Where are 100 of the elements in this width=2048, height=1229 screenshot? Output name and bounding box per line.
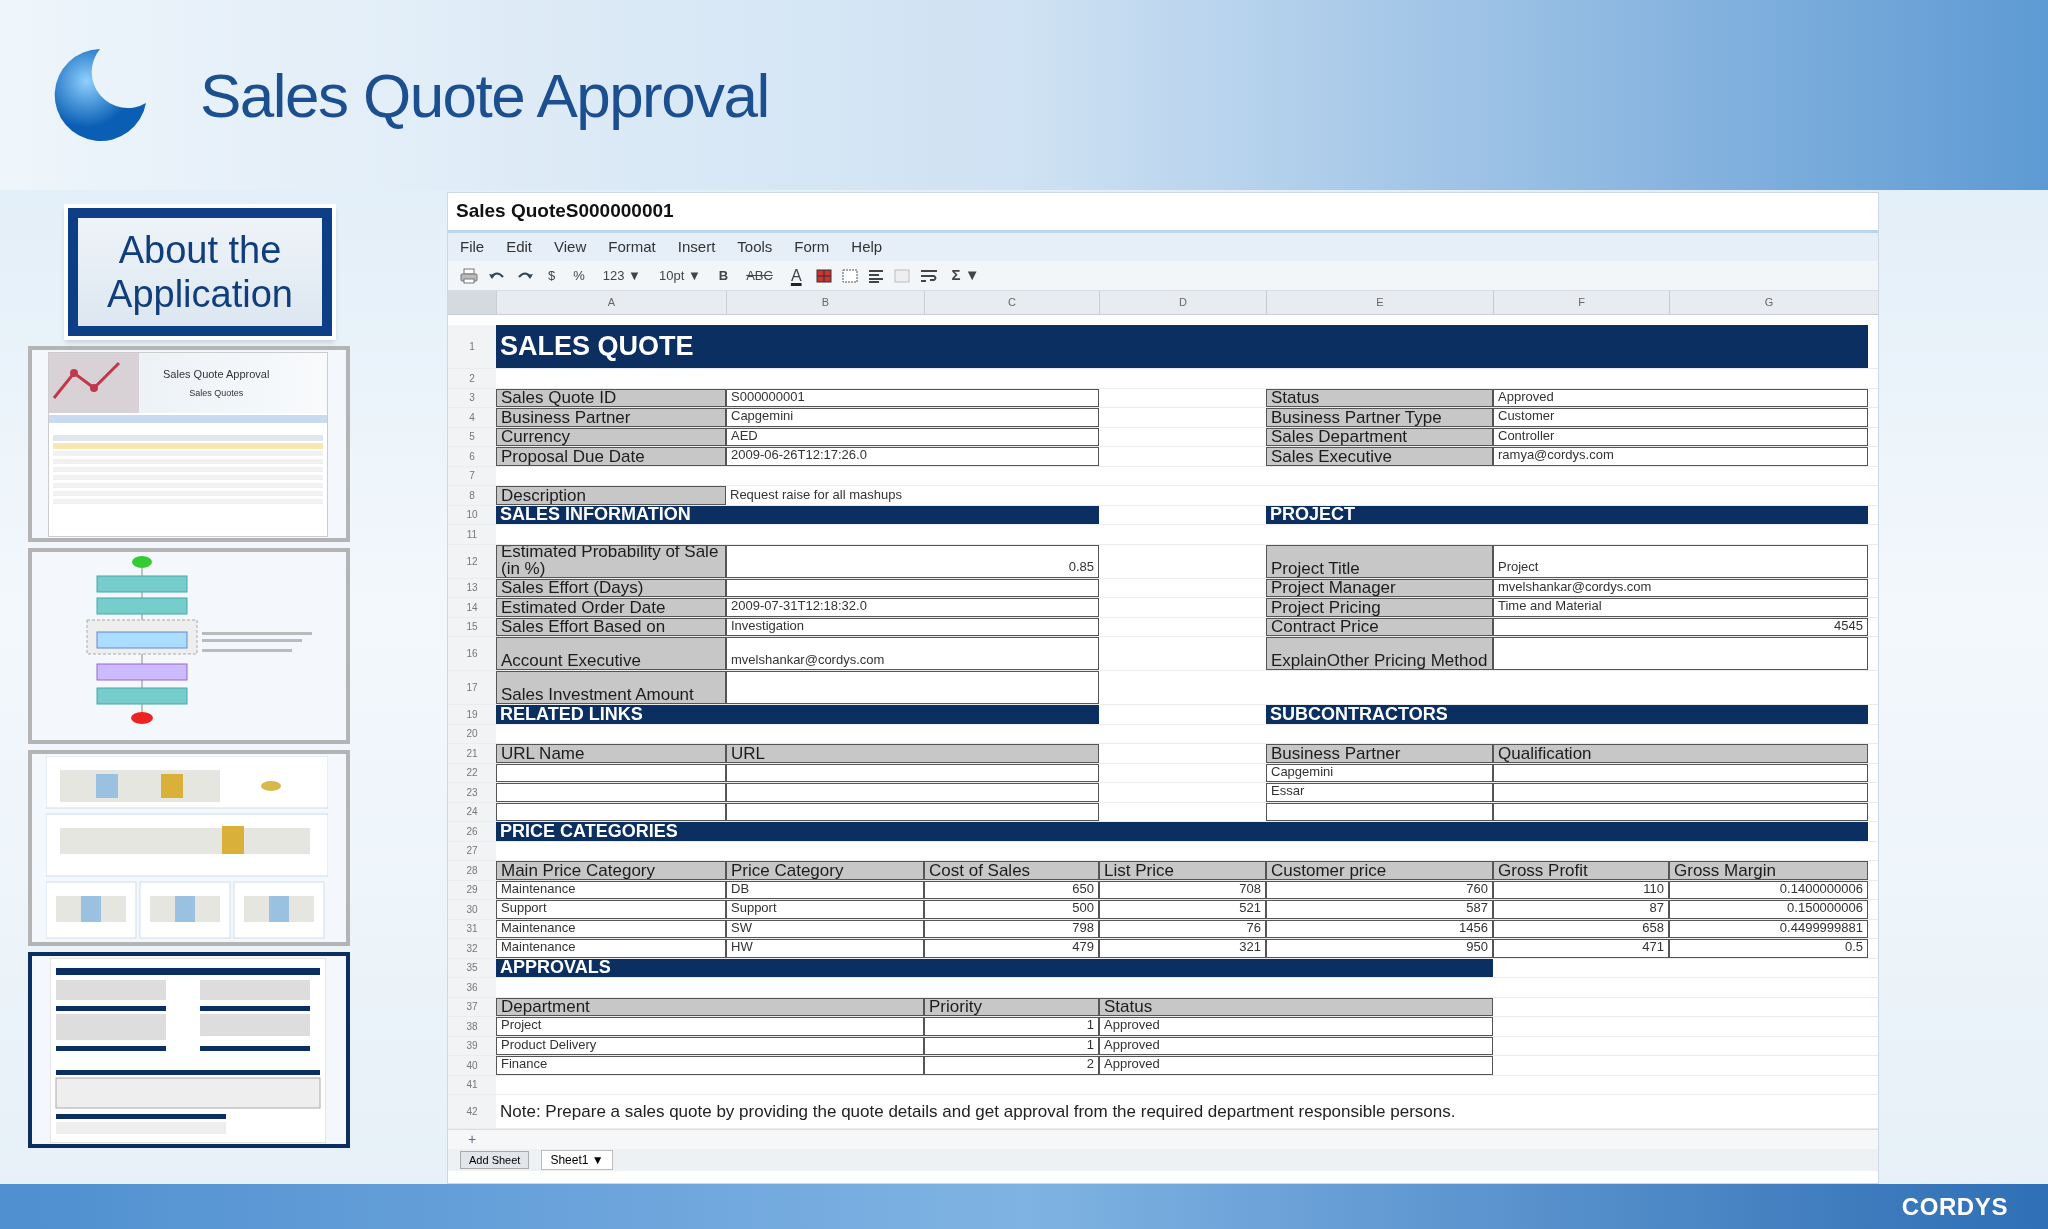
column-letter[interactable]: C: [924, 291, 1099, 314]
slide-thumbnail[interactable]: [28, 548, 350, 744]
dropdown-button[interactable]: 123 ▼: [598, 264, 645, 287]
field-label: Business Partner Type: [1266, 408, 1493, 427]
strikethrough-button[interactable]: ABC: [742, 264, 777, 287]
row-number: 6: [448, 447, 496, 466]
table-cell: 1: [924, 1017, 1099, 1036]
table-cell: 0.150000006: [1669, 900, 1868, 919]
sheet-title: SALES QUOTE: [496, 325, 1868, 368]
column-letter[interactable]: A: [496, 291, 726, 314]
menu-item[interactable]: Format: [608, 235, 656, 259]
row-number: 26: [448, 822, 496, 841]
table-cell: Capgemini: [726, 408, 1099, 427]
row-number: 17: [448, 671, 496, 704]
column-header: List Price: [1099, 861, 1266, 880]
wrap-text-icon[interactable]: [919, 268, 938, 283]
row-number: 12: [448, 544, 496, 578]
column-letter[interactable]: G: [1669, 291, 1868, 314]
slide-thumbnail[interactable]: Sales Quote Approval Sales Quotes: [28, 346, 350, 542]
column-header: Customer price: [1266, 861, 1493, 880]
format-button[interactable]: $: [544, 264, 560, 287]
row-number: 40: [448, 1056, 496, 1075]
slide-thumbnail[interactable]: [28, 750, 350, 946]
table-cell: Essar: [1266, 783, 1493, 802]
text-color-button[interactable]: A: [786, 264, 806, 287]
slide-thumbnail[interactable]: [28, 952, 350, 1148]
field-label: Project Pricing: [1266, 598, 1493, 617]
table-cell: 587: [1266, 900, 1493, 919]
table-cell: mvelshankar@cordys.com: [726, 637, 1099, 670]
field-label: Sales Executive: [1266, 447, 1493, 466]
table-cell: 500: [924, 900, 1099, 919]
column-letter[interactable]: D: [1099, 291, 1266, 314]
table-cell: 521: [1099, 900, 1266, 919]
table-cell: 0.85: [924, 544, 1099, 578]
table-cell: Time and Material: [1493, 598, 1868, 617]
menu-item[interactable]: Insert: [677, 235, 716, 259]
sum-button[interactable]: Σ ▼: [947, 264, 984, 287]
menu-item[interactable]: Help: [851, 235, 883, 259]
table-cell: 0.5: [1669, 939, 1868, 958]
table-cell: Project: [1493, 544, 1868, 578]
format-button[interactable]: %: [569, 264, 589, 287]
field-label: Proposal Due Date: [496, 447, 726, 466]
sheet-tab[interactable]: Sheet1 ▼: [541, 1150, 613, 1170]
table-cell: ramya@cordys.com: [1493, 447, 1868, 466]
field-label: Description: [496, 486, 726, 505]
field-label: Business Partner: [496, 408, 726, 427]
menu-item[interactable]: View: [554, 235, 587, 259]
column-header: Business Partner: [1266, 744, 1493, 763]
row-number: 8: [448, 486, 496, 505]
table-cell: Project: [496, 1017, 924, 1036]
table-cell: Support: [726, 900, 924, 919]
row-number: 4: [448, 408, 496, 427]
section-heading: RELATED LINKS: [496, 705, 1099, 724]
row-number: 38: [448, 1017, 496, 1036]
table-cell: Approved: [1099, 1056, 1493, 1075]
row-number: 1: [448, 325, 496, 368]
row-number: 16: [448, 637, 496, 670]
row-number: 2: [448, 369, 496, 388]
add-row-button[interactable]: +: [448, 1129, 496, 1150]
dropdown-button[interactable]: 10pt ▼: [654, 264, 705, 287]
row-number: 23: [448, 783, 496, 802]
table-cell: 950: [1266, 939, 1493, 958]
table-cell: HW: [726, 939, 924, 958]
menu-item[interactable]: Form: [794, 235, 830, 259]
column-header: URL Name: [496, 744, 726, 763]
menu-item[interactable]: Edit: [506, 235, 533, 259]
row-number: 21: [448, 744, 496, 763]
column-letter[interactable]: B: [726, 291, 924, 314]
brand-logo: CORDYS: [1901, 1191, 2008, 1222]
table-cell: 87: [1493, 900, 1669, 919]
table-cell: Support: [496, 900, 726, 919]
menu-item[interactable]: Tools: [737, 235, 773, 259]
row-number: 30: [448, 900, 496, 919]
table-cell: 321: [1099, 939, 1266, 958]
column-header: Cost of Sales: [924, 861, 1099, 880]
row-number: 14: [448, 598, 496, 617]
column-header: Qualification: [1493, 744, 1868, 763]
print-icon[interactable]: [460, 267, 478, 284]
table-cell: Maintenance: [496, 939, 726, 958]
row-number: 32: [448, 939, 496, 958]
column-letter[interactable]: E: [1266, 291, 1493, 314]
about-button[interactable]: About the Application: [64, 204, 336, 340]
column-header: Price Category: [726, 861, 924, 880]
fill-color-icon[interactable]: [815, 268, 832, 283]
table-cell: 2009-06-26T12:17:26.0: [726, 447, 1099, 466]
table-cell: Approved: [1099, 1017, 1493, 1036]
bold-button[interactable]: B: [714, 264, 733, 287]
slide-title: Sales Quote Approval: [200, 59, 769, 132]
column-header: Gross Margin: [1669, 861, 1868, 880]
row-number: 28: [448, 861, 496, 880]
align-icon[interactable]: [867, 268, 884, 283]
add-sheet-button[interactable]: Add Sheet: [460, 1150, 530, 1170]
section-heading: PRICE CATEGORIES: [496, 822, 1868, 841]
thumbnail-subtitle: Sales Quotes: [188, 386, 245, 400]
table-cell: 479: [924, 939, 1099, 958]
menu-item[interactable]: File: [460, 235, 485, 259]
section-heading: SUBCONTRACTORS: [1266, 705, 1868, 724]
column-letter[interactable]: F: [1493, 291, 1669, 314]
column-header: Main Price Category: [496, 861, 726, 880]
chart-thumbnail-icon: [49, 353, 139, 413]
